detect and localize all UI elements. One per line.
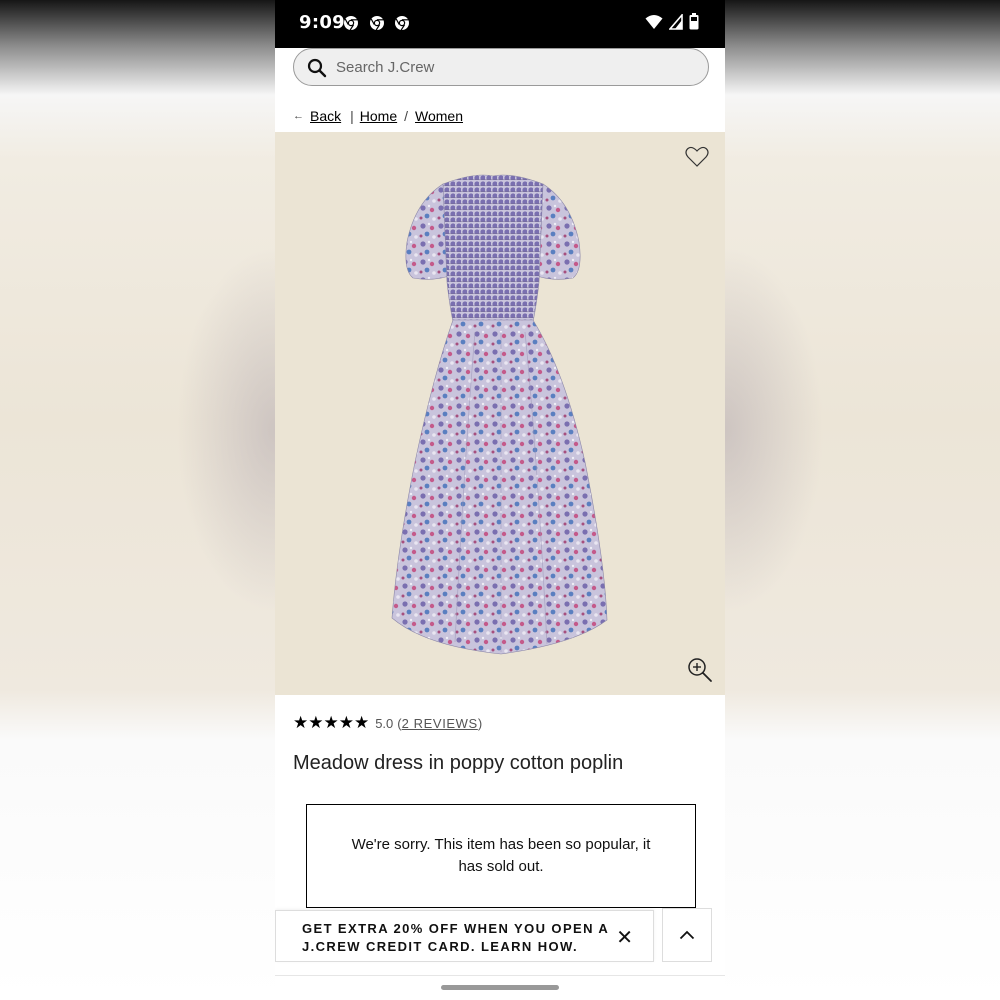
search-input[interactable] — [336, 49, 696, 85]
soldout-notice: We're sorry. This item has been so popul… — [306, 804, 696, 908]
blurred-background-left — [0, 0, 275, 1000]
breadcrumb-separator: / — [404, 108, 409, 124]
product-rating: ★★★★★ 5.0 (2 REVIEWS) — [293, 713, 482, 733]
chrome-icon — [344, 16, 358, 31]
scroll-to-top-button[interactable] — [662, 908, 712, 962]
chrome-icon — [370, 16, 384, 31]
product-title: Meadow dress in poppy cotton poplin — [293, 752, 624, 774]
chrome-icon — [395, 16, 409, 31]
dress-photo — [391, 174, 608, 655]
divider — [275, 975, 725, 976]
search-bar — [293, 48, 709, 86]
promo-text[interactable]: GET EXTRA 20% OFF WHEN YOU OPEN A J.CREW… — [302, 920, 612, 956]
status-bar: 9:09 — [275, 0, 725, 48]
promo-banner[interactable]: GET EXTRA 20% OFF WHEN YOU OPEN A J.CREW… — [275, 910, 654, 962]
reviews-link-wrap: (2 REVIEWS) — [397, 715, 483, 731]
wifi-icon — [645, 14, 663, 29]
breadcrumb-divider: | — [350, 108, 354, 124]
status-time: 9:09 — [299, 12, 345, 33]
search-box[interactable] — [293, 48, 709, 86]
reviews-link[interactable]: 2 REVIEWS — [402, 716, 478, 731]
rating-value: 5.0 — [375, 715, 394, 731]
breadcrumb-home[interactable]: Home — [360, 108, 397, 124]
soldout-message: We're sorry. This item has been so popul… — [351, 836, 651, 875]
system-status-icons — [645, 13, 699, 30]
blurred-background-right — [725, 0, 1000, 1000]
heart-icon[interactable] — [685, 146, 709, 168]
breadcrumb-women[interactable]: Women — [415, 108, 463, 124]
home-indicator[interactable] — [441, 985, 559, 990]
search-icon[interactable] — [307, 58, 327, 78]
zoom-icon[interactable] — [687, 657, 713, 683]
product-image[interactable] — [275, 132, 725, 695]
close-icon[interactable]: ✕ — [616, 925, 633, 950]
phone-screen: 9:09 Search J.Crew ← Back | Home / Women… — [275, 0, 725, 1000]
rating-stars: ★★★★★ — [293, 713, 370, 732]
chevron-up-icon — [679, 930, 695, 940]
back-link[interactable]: Back — [310, 108, 341, 124]
back-arrow-icon: ← — [293, 110, 304, 122]
battery-icon — [689, 13, 699, 30]
cell-signal-icon — [669, 13, 683, 30]
breadcrumb: ← Back | Home / Women — [293, 108, 463, 124]
